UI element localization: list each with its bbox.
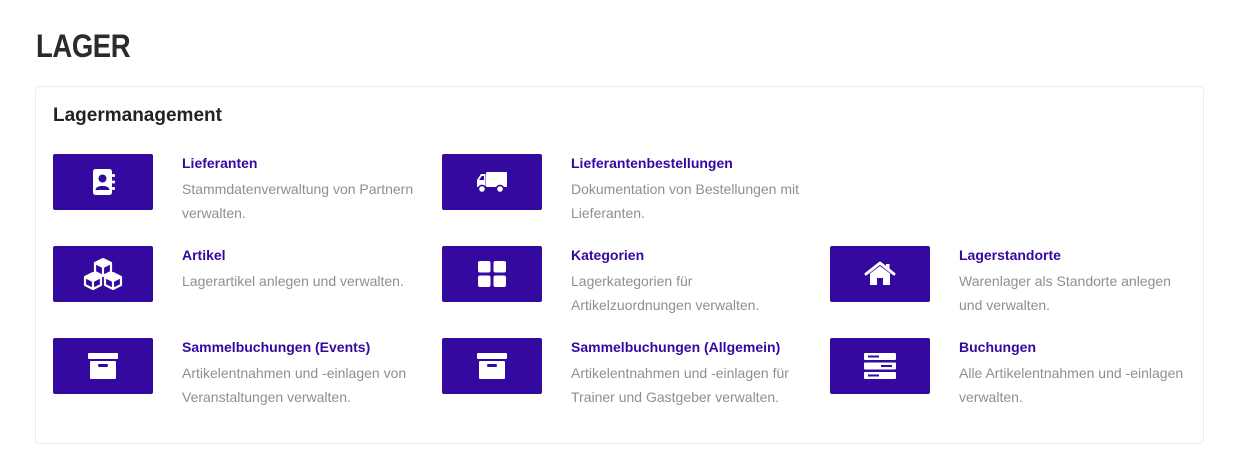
tile-lieferantenbestellungen: Lieferantenbestellungen Dokumentation vo… [442, 154, 812, 234]
tile-title-artikel[interactable]: Artikel [182, 247, 226, 263]
tile-buchungen: Buchungen Alle Artikelentnahmen und -ein… [830, 338, 1200, 418]
page: LAGER Lagermanagement Lieferanten Stammd… [0, 0, 1250, 463]
truck-icon [477, 172, 507, 194]
buchungen-icon-button[interactable] [830, 338, 930, 394]
kategorien-icon-button[interactable] [442, 246, 542, 302]
tile-sammelbuchungen-allgemein: Sammelbuchungen (Allgemein) Artikelentna… [442, 338, 812, 418]
lagerstandorte-icon-button[interactable] [830, 246, 930, 302]
sammelbuchungen-events-icon-button[interactable] [53, 338, 153, 394]
tile-description-lieferantenbestellungen: Dokumentation von Bestellungen mit Liefe… [571, 181, 800, 221]
tile-lagerstandorte: Lagerstandorte Warenlager als Standorte … [830, 246, 1200, 326]
lieferanten-icon-button[interactable] [53, 154, 153, 210]
section-title: Lagermanagement [53, 105, 222, 126]
tile-description-buchungen: Alle Artikelentnahmen und -einlagen verw… [959, 365, 1184, 405]
tile-description-artikel: Lagerartikel anlegen und verwalten. [182, 273, 404, 289]
archive-box-icon [477, 353, 507, 379]
home-icon [864, 261, 896, 285]
tile-title-lagerstandorte[interactable]: Lagerstandorte [959, 247, 1061, 263]
tile-description-sammelbuchungen-allgemein: Artikelentnahmen und -einlagen für Train… [571, 365, 789, 405]
tile-description-lieferanten: Stammdatenverwaltung von Partnern verwal… [182, 181, 414, 221]
artikel-icon-button[interactable] [53, 246, 153, 302]
cubes-icon [83, 257, 123, 291]
tile-description-lagerstandorte: Warenlager als Standorte anlegen und ver… [959, 273, 1171, 313]
tile-title-lieferanten[interactable]: Lieferanten [182, 155, 257, 171]
tile-artikel: Artikel Lagerartikel anlegen und verwalt… [53, 246, 423, 326]
grid-icon [478, 261, 506, 287]
tile-lieferanten: Lieferanten Stammdatenverwaltung von Par… [53, 154, 423, 234]
tile-title-lieferantenbestellungen[interactable]: Lieferantenbestellungen [571, 155, 733, 171]
tile-sammelbuchungen-events: Sammelbuchungen (Events) Artikelentnahme… [53, 338, 423, 418]
tile-kategorien: Kategorien Lagerkategorien für Artikelzu… [442, 246, 812, 326]
tile-description-kategorien: Lagerkategorien für Artikelzuordnungen v… [571, 273, 760, 313]
lagermanagement-card: Lagermanagement Lieferanten Stammdatenve… [35, 86, 1204, 444]
tile-title-sammelbuchungen-allgemein[interactable]: Sammelbuchungen (Allgemein) [571, 339, 780, 355]
lieferantenbestellungen-icon-button[interactable] [442, 154, 542, 210]
tile-title-sammelbuchungen-events[interactable]: Sammelbuchungen (Events) [182, 339, 370, 355]
server-stack-icon [864, 353, 896, 379]
tile-description-sammelbuchungen-events: Artikelentnahmen und -einlagen von Veran… [182, 365, 407, 405]
tile-title-buchungen[interactable]: Buchungen [959, 339, 1036, 355]
page-title: LAGER [36, 28, 131, 64]
contact-book-icon [93, 169, 115, 195]
sammelbuchungen-allgemein-icon-button[interactable] [442, 338, 542, 394]
archive-box-icon [88, 353, 118, 379]
tile-title-kategorien[interactable]: Kategorien [571, 247, 644, 263]
